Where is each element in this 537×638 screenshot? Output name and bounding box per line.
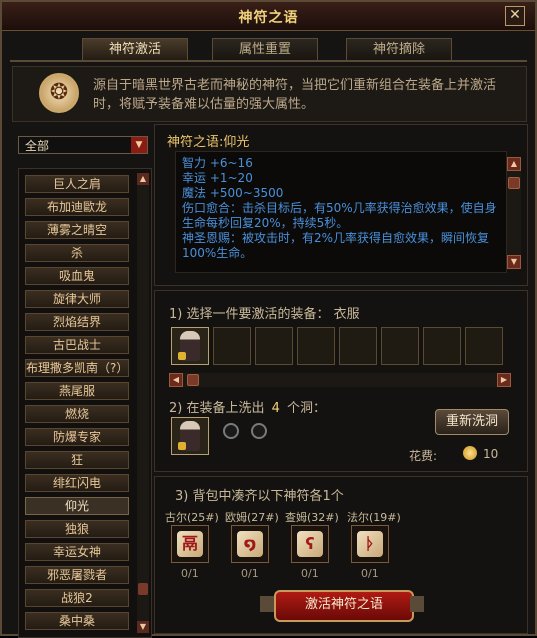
tab-activate[interactable]: 神符激活 xyxy=(82,38,188,61)
list-item[interactable]: 烈焰结界 xyxy=(25,313,129,331)
equip-slot[interactable] xyxy=(381,327,419,365)
rune-count: 0/1 xyxy=(361,567,379,580)
intro-text: 源自于暗黑世界古老而神秘的神符，当把它们重新组合在装备上并激活时，将赋予装备难以… xyxy=(93,78,497,112)
rewash-button[interactable]: 重新洗洞 xyxy=(435,409,509,435)
window-title: 神符之语 xyxy=(238,10,299,26)
tab-remove[interactable]: 神符摘除 xyxy=(346,38,452,61)
tab-reset[interactable]: 属性重置 xyxy=(212,38,318,61)
list-item[interactable]: 燕尾服 xyxy=(25,382,129,400)
rune-slot[interactable]: ໑ xyxy=(231,525,269,563)
rune-slot[interactable]: ʕ xyxy=(291,525,329,563)
stat-line: 智力 +6~16 xyxy=(182,156,253,170)
scroll-thumb[interactable] xyxy=(138,583,148,595)
rune-name: 法尔(19#) xyxy=(347,511,401,524)
equip-slot[interactable] xyxy=(339,327,377,365)
scroll-thumb[interactable] xyxy=(508,177,520,189)
intro-panel: ❂ 源自于暗黑世界古老而神秘的神符，当把它们重新组合在装备上并激活时，将赋予装备… xyxy=(12,66,527,122)
step3-label: 3) 背包中凑齐以下神符各1个 xyxy=(175,489,344,504)
list-item[interactable]: 狂 xyxy=(25,451,129,469)
list-item[interactable]: 桑中桑 xyxy=(25,612,129,630)
rune-count: 0/1 xyxy=(181,567,199,580)
scroll-up-icon[interactable]: ▲ xyxy=(507,157,521,171)
equipment-panel: 1) 选择一件要激活的装备： 衣服 ◀ ▶ 2) 在装备上洗出 4 个洞： 重新… xyxy=(154,290,528,472)
rune-ohm-icon: ໑ xyxy=(237,531,263,557)
description-scrollbar[interactable]: ▲ ▼ xyxy=(507,157,521,269)
button-ornament-right xyxy=(410,596,424,612)
equip-slot[interactable] xyxy=(297,327,335,365)
gold-coin-icon xyxy=(463,446,477,460)
list-item[interactable]: 布加迪歐龙 xyxy=(25,198,129,216)
list-item[interactable]: 燃烧 xyxy=(25,405,129,423)
rune-slot[interactable]: 鬲 xyxy=(171,525,209,563)
stat-line: 幸运 +1~20 xyxy=(182,171,253,185)
title-bar[interactable]: 神符之语 ✕ xyxy=(2,2,535,31)
rune-slot[interactable]: ᚦ xyxy=(351,525,389,563)
chevron-down-icon[interactable]: ▼ xyxy=(131,137,147,153)
close-icon[interactable]: ✕ xyxy=(505,6,525,26)
button-ornament-left xyxy=(260,596,274,612)
list-item[interactable]: 绯红闪电 xyxy=(25,474,129,492)
scroll-right-icon[interactable]: ▶ xyxy=(497,373,511,387)
activate-button[interactable]: 激活神符之语 xyxy=(274,590,414,622)
hole-count: 4 xyxy=(271,401,280,416)
rune-scroll-icon: ❂ xyxy=(39,73,79,113)
socket-hole xyxy=(223,423,239,439)
equip-preview-slot xyxy=(171,417,209,455)
stat-line: 魔法 +500~3500 xyxy=(182,186,284,200)
list-item[interactable]: 布理撒多凯南（?） xyxy=(25,359,129,377)
list-item[interactable]: 幸运女神 xyxy=(25,543,129,561)
list-item[interactable]: 战狼2 xyxy=(25,589,129,607)
list-item[interactable]: 防爆专家 xyxy=(25,428,129,446)
stat-line: 神圣恩赐：被攻击时，有2%几率获得自愈效果，瞬间恢复100%生命。 xyxy=(182,231,490,260)
scroll-down-icon[interactable]: ▼ xyxy=(137,621,149,633)
rune-name: 查姆(32#) xyxy=(285,511,339,524)
scroll-left-icon[interactable]: ◀ xyxy=(169,373,183,387)
bag-icon xyxy=(178,442,186,450)
equip-slot-selected[interactable] xyxy=(171,327,209,365)
scroll-up-icon[interactable]: ▲ xyxy=(137,173,149,185)
rune-count: 0/1 xyxy=(241,567,259,580)
rune-fal-icon: ᚦ xyxy=(357,531,383,557)
list-item[interactable]: 吸血鬼 xyxy=(25,267,129,285)
step2-label: 2) 在装备上洗出 4 个洞： xyxy=(169,401,327,416)
filter-value: 全部 xyxy=(25,139,50,153)
rune-detail-panel: 神符之语:仰光 智力 +6~16 幸运 +1~20 魔法 +500~3500 伤… xyxy=(154,124,528,286)
cost-value: 10 xyxy=(483,447,499,461)
tab-divider xyxy=(10,60,527,62)
rune-gul-icon: 鬲 xyxy=(177,531,203,557)
list-item-selected[interactable]: 仰光 xyxy=(25,497,129,515)
equip-scrollbar[interactable]: ◀ ▶ xyxy=(169,373,511,387)
equip-slot[interactable] xyxy=(255,327,293,365)
rune-cham-icon: ʕ xyxy=(297,531,323,557)
step1-equip: 衣服 xyxy=(333,307,360,322)
list-item[interactable]: 邪恶屠戮者 xyxy=(25,566,129,584)
list-scrollbar[interactable]: ▲ ▼ xyxy=(137,173,149,633)
list-item[interactable]: 巨人之肩 xyxy=(25,175,129,193)
filter-dropdown[interactable]: 全部 ▼ xyxy=(18,136,148,154)
list-item[interactable]: 杀 xyxy=(25,244,129,262)
cost-label: 花费: xyxy=(409,449,438,463)
list-item[interactable]: 旋律大师 xyxy=(25,290,129,308)
rune-word-window: 神符之语 ✕ 神符激活 属性重置 神符摘除 ❂ 源自于暗黑世界古老而神秘的神符，… xyxy=(0,0,537,638)
equip-slot[interactable] xyxy=(423,327,461,365)
list-item[interactable]: 独狼 xyxy=(25,520,129,538)
list-item[interactable]: 古巴战士 xyxy=(25,336,129,354)
rune-name: 欧姆(27#) xyxy=(225,511,279,524)
scroll-down-icon[interactable]: ▼ xyxy=(507,255,521,269)
stat-line: 伤口愈合：击杀目标后，有50%几率获得治愈效果，使自身生命每秒回复20%，持续5… xyxy=(182,201,497,230)
rune-count: 0/1 xyxy=(301,567,319,580)
bag-icon xyxy=(178,352,186,360)
rune-description: 智力 +6~16 幸运 +1~20 魔法 +500~3500 伤口愈合：击杀目标… xyxy=(175,151,507,273)
list-item[interactable]: 薄雾之晴空 xyxy=(25,221,129,239)
rune-word-list: 巨人之肩 布加迪歐龙 薄雾之晴空 杀 吸血鬼 旋律大师 烈焰结界 古巴战士 布理… xyxy=(18,168,152,638)
equip-slot[interactable] xyxy=(213,327,251,365)
socket-hole xyxy=(251,423,267,439)
scroll-thumb[interactable] xyxy=(187,374,199,386)
equip-slot[interactable] xyxy=(465,327,503,365)
rune-word-title: 神符之语:仰光 xyxy=(167,135,250,150)
rune-name: 古尔(25#) xyxy=(165,511,219,524)
step1-label: 1) 选择一件要激活的装备： 衣服 xyxy=(169,307,360,322)
